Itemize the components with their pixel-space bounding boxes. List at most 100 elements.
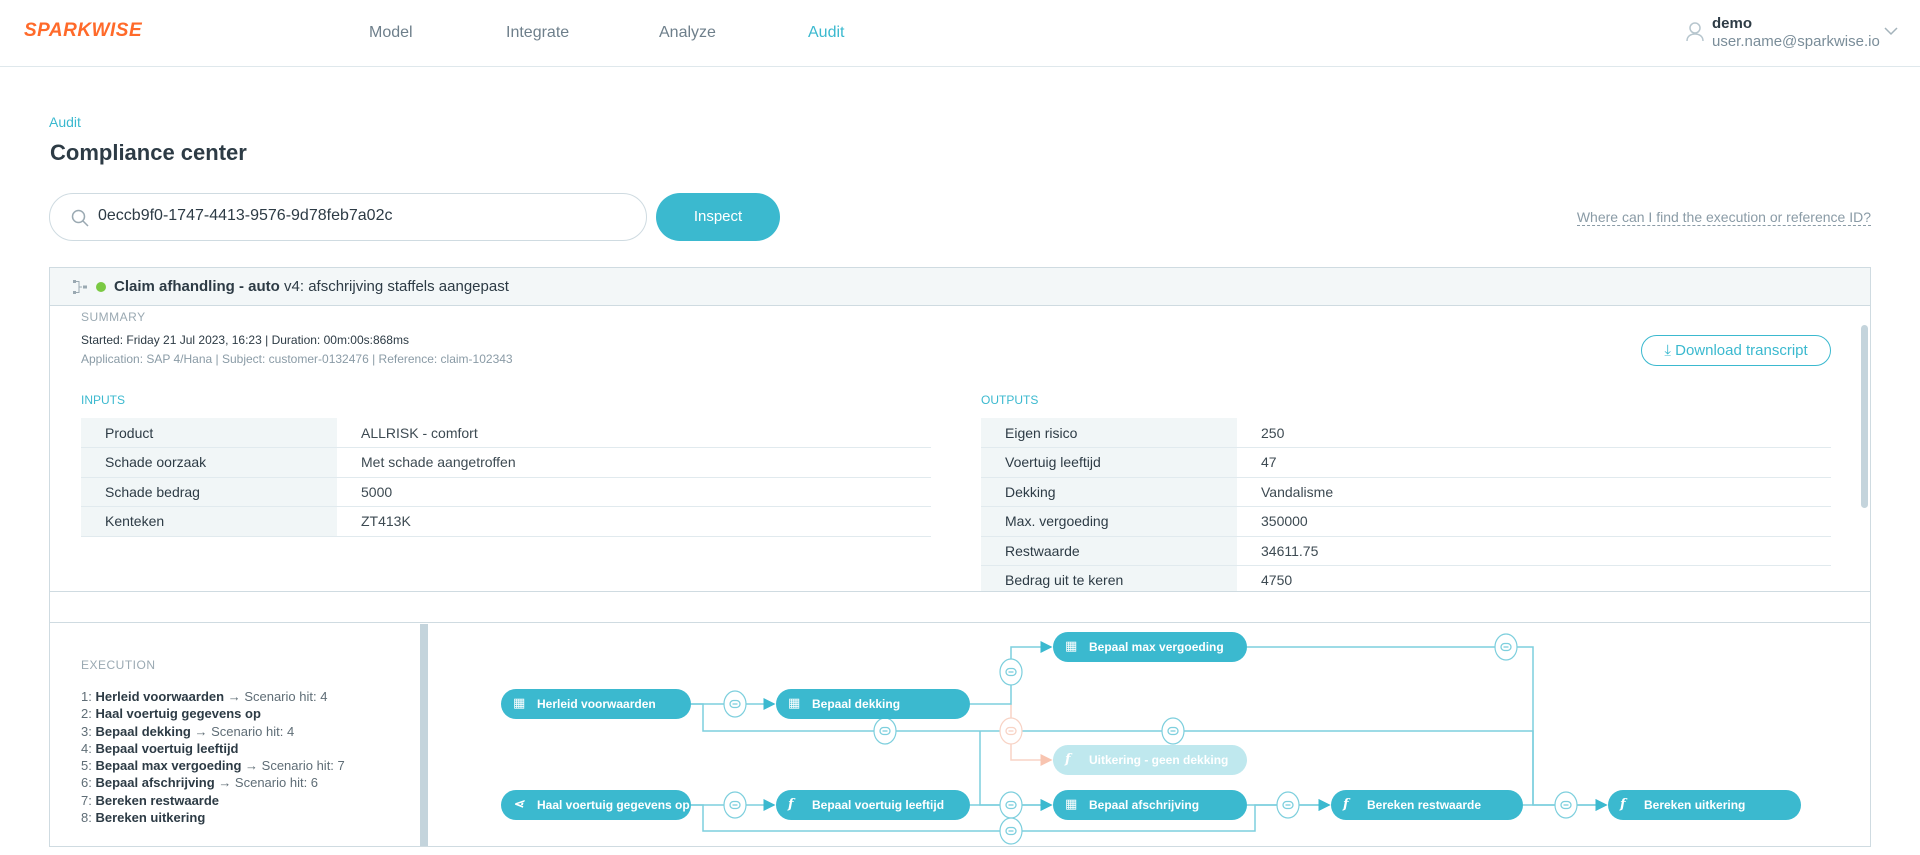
link-icon[interactable]: [723, 791, 747, 819]
step-number: 3:: [81, 723, 92, 739]
nav-audit[interactable]: Audit: [808, 24, 844, 42]
field-name: Max. vergoeding: [981, 506, 1237, 537]
table-row: Schade oorzaak Met schade aangetroffen: [81, 447, 931, 478]
step-number: 8:: [81, 810, 92, 826]
node-label: Bepaal voertuig leeftijd: [812, 798, 945, 812]
table-icon: ▦: [513, 696, 526, 711]
function-icon: f: [788, 797, 794, 812]
help-link[interactable]: Where can I find the execution or refere…: [1576, 209, 1871, 226]
step-hit: → Scenario hit: 4: [194, 723, 295, 739]
link-icon[interactable]: [1276, 791, 1300, 819]
step-hit: → Scenario hit: 6: [218, 775, 319, 791]
link-icon[interactable]: [1494, 633, 1518, 661]
link-icon[interactable]: [1161, 717, 1185, 745]
flow-node[interactable]: ▦ Bepaal dekking: [776, 689, 970, 719]
link-icon[interactable]: [999, 717, 1023, 745]
outputs-table: Eigen risico 250 Voertuig leeftijd 47 Dekkin…: [981, 418, 1831, 591]
execution-step[interactable]: 1: Herleid voorwaarden → Scenario hit: 4: [81, 688, 345, 705]
field-value: ZT413K: [337, 506, 931, 537]
divider-row: [50, 591, 1870, 623]
execution-label: EXECUTION: [81, 658, 156, 672]
field-value: 4750: [1237, 565, 1831, 591]
breadcrumb[interactable]: Audit: [49, 114, 81, 130]
step-name: Bepaal max vergoeding: [95, 758, 242, 774]
execution-step[interactable]: 6: Bepaal afschrijving → Scenario hit: 6: [81, 774, 345, 791]
flow-node[interactable]: f Uitkering - geen dekking: [1053, 745, 1247, 775]
execution-step[interactable]: 5: Bepaal max vergoeding → Scenario hit:…: [81, 757, 345, 774]
table-row: Kenteken ZT413K: [81, 506, 931, 537]
nav-integrate[interactable]: Integrate: [506, 24, 569, 42]
table-icon: ▦: [1065, 639, 1078, 654]
flow-node[interactable]: f Bepaal voertuig leeftijd: [776, 790, 970, 820]
field-name: Restwaarde: [981, 536, 1237, 566]
step-name: Bepaal voertuig leeftijd: [95, 740, 239, 756]
outputs-scroll: Eigen risico 250 Voertuig leeftijd 47 Dekkin…: [981, 418, 1831, 591]
execution-step[interactable]: 7: Bereken restwaarde: [81, 792, 345, 809]
download-label: Download transcript: [1675, 342, 1808, 359]
flow-node[interactable]: ▦ Herleid voorwaarden: [501, 689, 691, 719]
table-row: Bedrag uit te keren 4750: [981, 565, 1831, 591]
function-icon: f: [1620, 797, 1626, 812]
link-icon[interactable]: [1554, 791, 1578, 819]
flow-icon: [73, 280, 87, 294]
table-row: Max. vergoeding 350000: [981, 506, 1831, 537]
field-name: Schade bedrag: [81, 477, 337, 507]
flow-node[interactable]: f Bereken uitkering: [1608, 790, 1801, 820]
summary-scrollbar[interactable]: [1861, 325, 1868, 508]
link-icon[interactable]: [999, 817, 1023, 845]
step-name: Bereken restwaarde: [95, 792, 220, 808]
started-label: Started:: [81, 333, 127, 347]
duration-value: 00m:00s:868ms: [323, 333, 409, 347]
field-value: Vandalisme: [1237, 477, 1831, 507]
field-value: 47: [1237, 447, 1831, 478]
search-field[interactable]: [49, 193, 647, 241]
node-label: Bepaal max vergoeding: [1089, 640, 1224, 654]
function-icon: f: [1343, 797, 1349, 812]
flow-node[interactable]: ▦ Bepaal afschrijving: [1053, 790, 1247, 820]
inputs-table: Product ALLRISK - comfort Schade oorzaak Me…: [81, 418, 931, 537]
function-icon: f: [1065, 752, 1071, 767]
field-value: 5000: [337, 477, 931, 507]
field-name: Dekking: [981, 477, 1237, 507]
nav-analyze[interactable]: Analyze: [659, 24, 716, 42]
execution-step[interactable]: 4: Bepaal voertuig leeftijd: [81, 740, 345, 757]
status-dot: [96, 282, 106, 292]
summary-label: SUMMARY: [81, 310, 146, 324]
table-row: Dekking Vandalisme: [981, 477, 1831, 507]
field-name: Schade oorzaak: [81, 447, 337, 478]
link-icon[interactable]: [723, 690, 747, 718]
link-icon[interactable]: [999, 658, 1023, 686]
user-email[interactable]: user.name@sparkwise.io: [1712, 33, 1880, 50]
link-icon[interactable]: [999, 791, 1023, 819]
step-hit: → Scenario hit: 7: [245, 758, 345, 774]
download-transcript-button[interactable]: ⤓ Download transcript: [1641, 335, 1831, 366]
node-label: Bereken restwaarde: [1367, 798, 1482, 812]
link-icon[interactable]: [873, 717, 897, 745]
execution-splitter[interactable]: [420, 624, 428, 846]
execution-id-input[interactable]: [98, 207, 618, 225]
flow-node[interactable]: ▦ Bepaal max vergoeding: [1053, 632, 1247, 662]
started-value: Friday 21 Jul 2023, 16:23: [126, 333, 262, 347]
nav-model[interactable]: Model: [369, 24, 413, 42]
edge: [1247, 646, 1534, 805]
execution-step[interactable]: 2: Haal voertuig gegevens op: [81, 705, 345, 722]
summary-started: Started: Friday 21 Jul 2023, 16:23 | Dur…: [81, 333, 409, 347]
user-name[interactable]: demo: [1712, 15, 1752, 32]
execution-step[interactable]: 8: Bereken uitkering: [81, 809, 345, 826]
execution-header[interactable]: Claim afhandling - auto v4: afschrijving…: [50, 268, 1870, 306]
table-icon: ▦: [788, 696, 801, 711]
flow-node[interactable]: f Bereken restwaarde: [1331, 790, 1523, 820]
flow-node[interactable]: ⋖ Haal voertuig gegevens op: [501, 790, 691, 820]
inspect-button[interactable]: Inspect: [656, 193, 780, 241]
field-name: Kenteken: [81, 506, 337, 537]
sparkwise-logo[interactable]: SPARKWISE: [24, 20, 142, 42]
field-name: Voertuig leeftijd: [981, 447, 1237, 478]
node-label: Bepaal dekking: [812, 697, 901, 711]
chevron-down-icon[interactable]: [1884, 27, 1898, 36]
step-number: 7:: [81, 792, 92, 808]
outputs-label: OUTPUTS: [981, 393, 1039, 407]
field-value: 350000: [1237, 506, 1831, 537]
step-number: 6:: [81, 775, 92, 791]
page-title: Compliance center: [50, 140, 247, 165]
execution-step[interactable]: 3: Bepaal dekking → Scenario hit: 4: [81, 723, 345, 740]
